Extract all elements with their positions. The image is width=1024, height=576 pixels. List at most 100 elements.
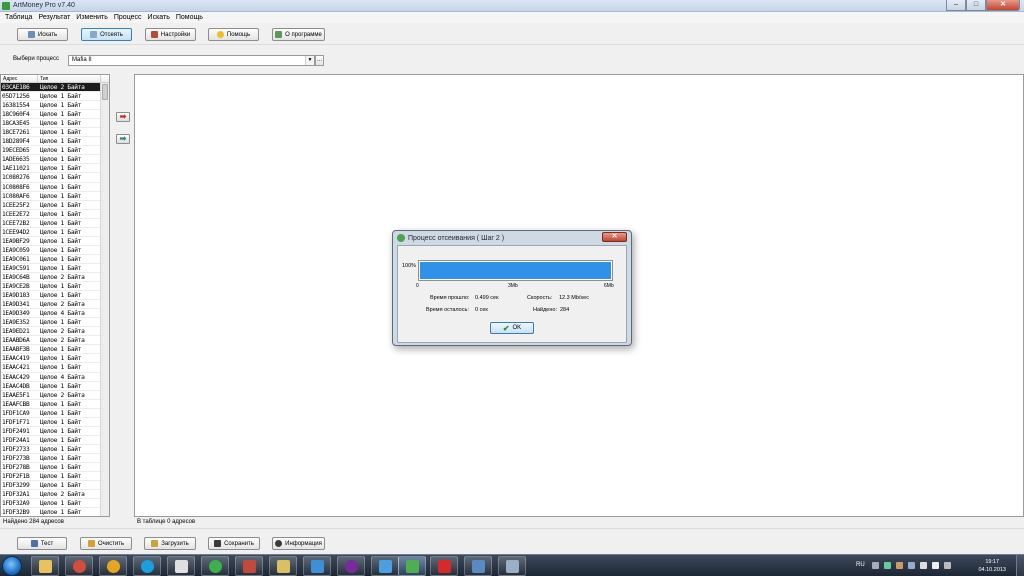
start-button[interactable] <box>2 556 22 576</box>
language-indicator[interactable]: RU <box>856 562 865 568</box>
table-row[interactable]: 1FDF1F71 Целое 1 Байт <box>1 418 101 427</box>
search-button[interactable]: Искать <box>17 28 68 41</box>
table-row[interactable]: 1FDF32A9 Целое 1 Байт <box>1 499 101 509</box>
table-row[interactable]: 1EAAC4DB Целое 1 Байт <box>1 382 101 391</box>
taskbar-explorer[interactable] <box>31 556 59 576</box>
dialog-close-button[interactable]: ✕ <box>602 232 627 242</box>
move-to-table-button[interactable]: ➡ <box>116 112 130 122</box>
table-row[interactable]: 18CE7261 Целое 1 Байт <box>1 128 101 138</box>
table-row[interactable]: 1EAABF3B Целое 1 Байт <box>1 345 101 355</box>
tray-app-icon[interactable] <box>896 562 903 569</box>
tray-app-icon[interactable] <box>908 562 915 569</box>
network-icon[interactable] <box>920 562 927 569</box>
process-browse-button[interactable]: ... <box>315 55 324 66</box>
chevron-down-icon[interactable]: ▼ <box>305 56 314 65</box>
table-row[interactable]: 1FDF2733 Целое 1 Байт <box>1 445 101 454</box>
table-row[interactable]: 1EAABD6A Целое 2 Байта <box>1 336 101 346</box>
table-row[interactable]: 1FDF1CA9 Целое 1 Байт <box>1 409 101 418</box>
table-row[interactable]: 1FDF273B Целое 1 Байт <box>1 454 101 463</box>
test-button[interactable]: Тест <box>17 537 67 550</box>
table-row[interactable]: 03CAE186 Целое 2 Байта <box>1 83 101 93</box>
save-button[interactable]: Сохранить <box>208 537 260 550</box>
table-row[interactable]: 1FDF2F1B Целое 1 Байт <box>1 472 101 482</box>
taskbar-app-3[interactable] <box>99 556 127 576</box>
tray-arrow-icon[interactable] <box>872 562 879 569</box>
clock[interactable]: 19:17 04.10.2013 <box>978 558 1006 574</box>
table-row[interactable]: 1EA9CE2B Целое 1 Байт <box>1 282 101 292</box>
table-row[interactable]: 1EAAC419 Целое 1 Байт <box>1 354 101 364</box>
table-row[interactable]: 1CEE25F2 Целое 1 Байт <box>1 201 101 210</box>
taskbar-app-7[interactable] <box>235 556 263 576</box>
table-row[interactable]: 1EA9BF29 Целое 1 Байт <box>1 237 101 246</box>
taskbar-app-13[interactable] <box>430 556 458 576</box>
table-row[interactable]: 1EA9E352 Целое 1 Байт <box>1 318 101 328</box>
table-row[interactable]: 1EA9D349 Целое 4 Байта <box>1 309 101 319</box>
vertical-scrollbar[interactable] <box>100 83 109 516</box>
flag-icon[interactable] <box>944 562 951 569</box>
table-row[interactable]: 1C080AF6 Целое 1 Байт <box>1 192 101 201</box>
found-addresses-table[interactable]: Адрес Тип 03CAE186 Целое 2 Байта 05D71256 Ц… <box>0 74 110 517</box>
taskbar-mail[interactable] <box>201 556 229 576</box>
table-row[interactable]: 1CEE94D2 Целое 1 Байт <box>1 228 101 237</box>
filter-button[interactable]: Отсеять <box>81 28 132 41</box>
table-row[interactable]: 1EAAE5F1 Целое 2 Байта <box>1 391 101 400</box>
taskbar-app-11[interactable] <box>371 556 399 576</box>
table-row[interactable]: 1C0808F6 Целое 1 Байт <box>1 183 101 192</box>
table-row[interactable]: 1FDF24A1 Целое 1 Байт <box>1 436 101 445</box>
ok-button[interactable]: ✔ OK <box>490 322 534 334</box>
table-row[interactable]: 18D289F4 Целое 1 Байт <box>1 137 101 147</box>
table-row[interactable]: 1FDF32B9 Целое 1 Байт <box>1 508 101 516</box>
table-row[interactable]: 1FDF2491 Целое 1 Байт <box>1 427 101 436</box>
load-button[interactable]: Загрузить <box>144 537 196 550</box>
table-row[interactable]: 1CEE2E72 Целое 1 Байт <box>1 210 101 219</box>
table-row[interactable]: 1FDF278B Целое 1 Байт <box>1 463 101 473</box>
table-row[interactable]: 1ADE6635 Целое 1 Байт <box>1 155 101 165</box>
table-row[interactable]: 1EA9D183 Целое 1 Байт <box>1 291 101 301</box>
taskbar-app-10[interactable] <box>337 556 365 576</box>
menu-process[interactable]: Процесс <box>111 12 145 23</box>
volume-icon[interactable] <box>932 562 939 569</box>
help-button[interactable]: Помощь <box>208 28 259 41</box>
table-row[interactable]: 1CEE72B2 Целое 1 Байт <box>1 219 101 228</box>
taskbar-artmoney[interactable] <box>398 556 426 576</box>
table-row[interactable]: 1EA9C64B Целое 2 Байта <box>1 273 101 283</box>
table-row[interactable]: 1FDF3299 Целое 1 Байт <box>1 481 101 491</box>
table-row[interactable]: 1EA9ED21 Целое 2 Байта <box>1 327 101 337</box>
taskbar-app-15[interactable] <box>498 556 526 576</box>
clear-button[interactable]: Очистить <box>80 537 132 550</box>
table-row[interactable]: 1EA9C059 Целое 1 Байт <box>1 246 101 255</box>
table-row[interactable]: 18C960F4 Целое 1 Байт <box>1 110 101 120</box>
taskbar-app-8[interactable] <box>269 556 297 576</box>
menu-table[interactable]: Таблица <box>2 12 35 23</box>
table-row[interactable]: 05D71256 Целое 1 Байт <box>1 92 101 102</box>
about-button[interactable]: О программе <box>272 28 325 41</box>
table-row[interactable]: 1C080276 Целое 1 Байт <box>1 173 101 183</box>
column-header-address[interactable]: Адрес <box>1 75 38 82</box>
table-row[interactable]: 16381554 Целое 1 Байт <box>1 101 101 111</box>
table-row[interactable]: 18CA3E45 Целое 1 Байт <box>1 119 101 129</box>
column-header-type[interactable]: Тип <box>38 75 101 82</box>
title-bar[interactable]: ArtMoney Pro v7.40 – □ ✕ <box>0 0 1024 12</box>
table-row[interactable]: 1EA9D341 Целое 2 Байта <box>1 300 101 310</box>
information-button[interactable]: Информация <box>272 537 325 550</box>
menu-edit[interactable]: Изменить <box>73 12 111 23</box>
table-row[interactable]: 1EA9C591 Целое 1 Байт <box>1 264 101 273</box>
minimize-button[interactable]: – <box>946 0 966 11</box>
taskbar-app-14[interactable] <box>464 556 492 576</box>
table-row[interactable]: 19ECED65 Целое 1 Байт <box>1 146 101 156</box>
dialog-title-bar[interactable]: Процесс отсеивания ( Шаг 2 ) <box>397 234 504 242</box>
tray-app-icon[interactable] <box>884 562 891 569</box>
menu-result[interactable]: Результат <box>35 12 73 23</box>
taskbar-skype[interactable] <box>133 556 161 576</box>
table-row[interactable]: 1FDF32A1 Целое 2 Байта <box>1 490 101 500</box>
settings-button[interactable]: Настройки <box>145 28 196 41</box>
maximize-button[interactable]: □ <box>966 0 986 11</box>
process-select[interactable]: Mafia II ▼ <box>68 55 315 66</box>
table-row[interactable]: 1AE11021 Целое 1 Байт <box>1 164 101 174</box>
taskbar-chrome[interactable] <box>65 556 93 576</box>
menu-search[interactable]: Искать <box>145 12 173 23</box>
close-button[interactable]: ✕ <box>986 0 1020 11</box>
scrollbar-thumb[interactable] <box>102 84 108 100</box>
taskbar-app-5[interactable] <box>167 556 195 576</box>
menu-help[interactable]: Помощь <box>173 12 206 23</box>
